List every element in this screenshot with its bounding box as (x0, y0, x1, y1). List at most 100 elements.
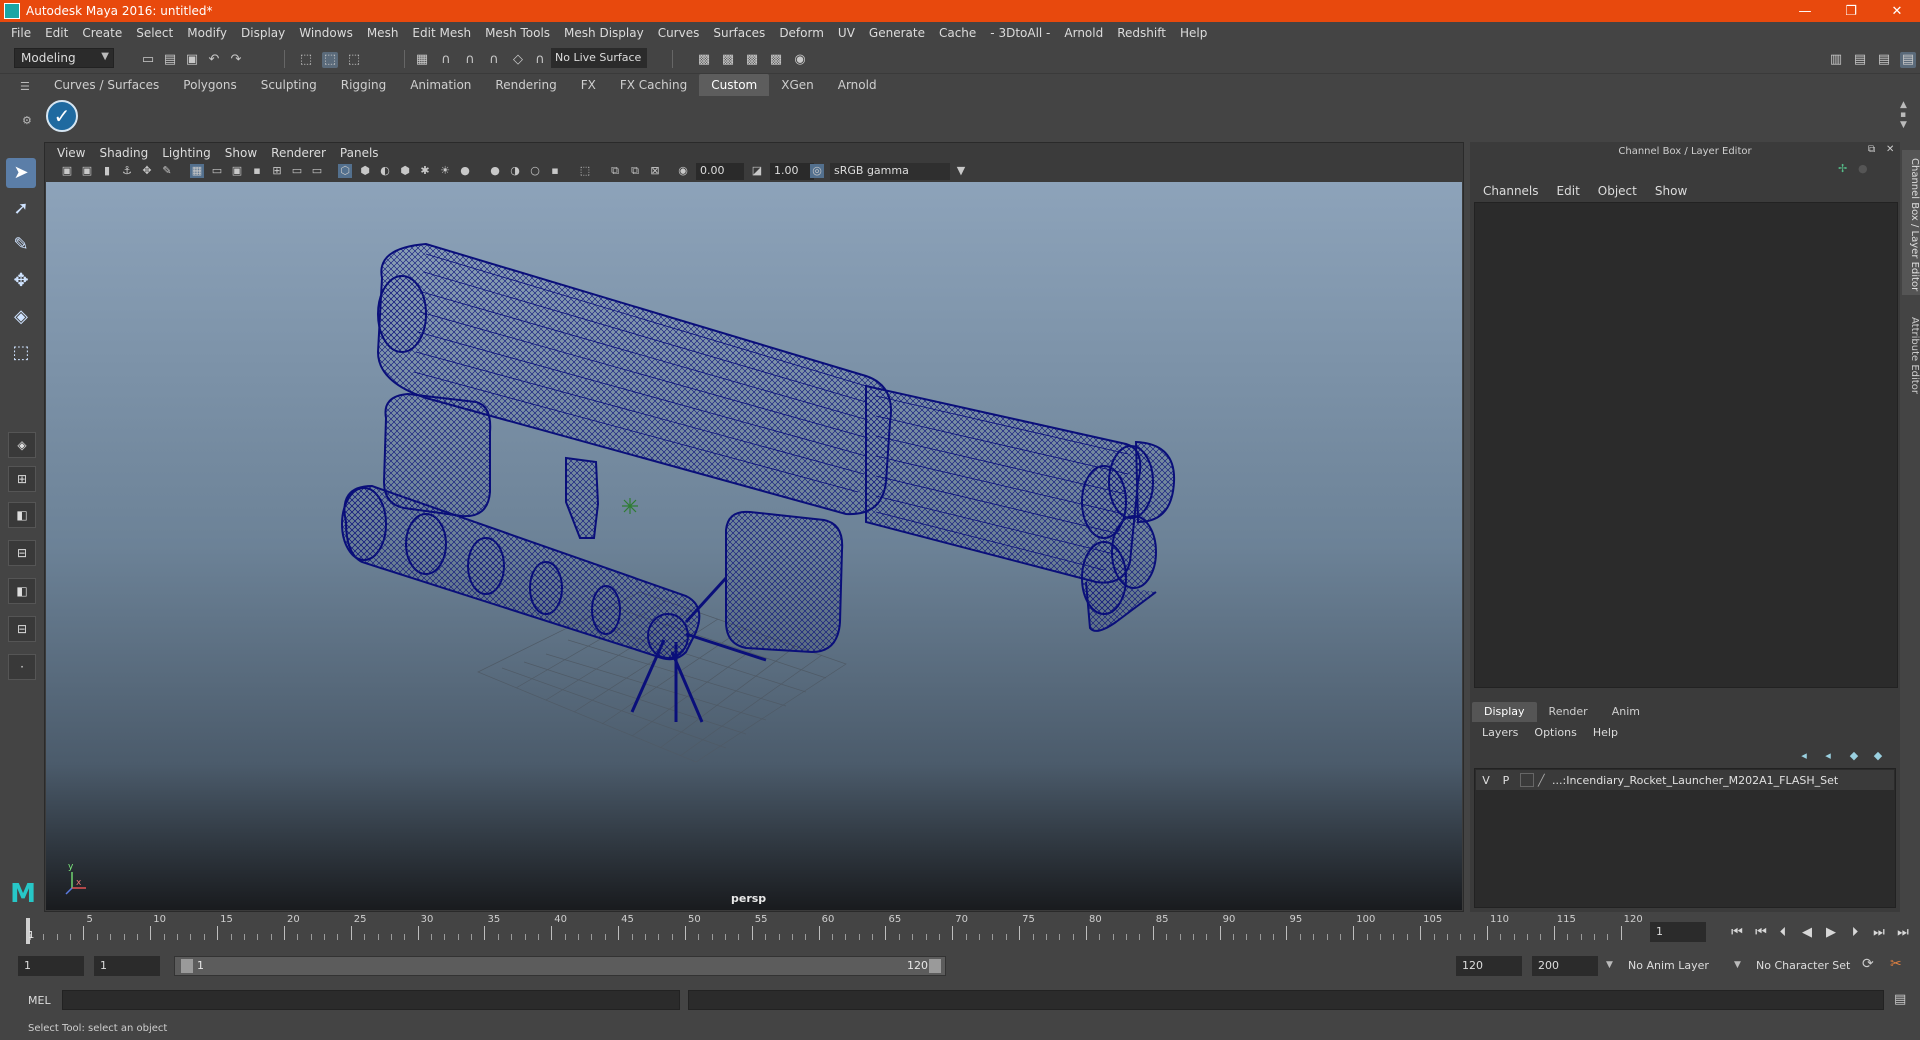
perspective-viewport[interactable] (46, 182, 1462, 910)
anim-layer-dropdown[interactable]: No Anim Layer (1622, 956, 1742, 976)
select-object-icon[interactable]: ⬚ (322, 52, 338, 68)
snap-curve-icon[interactable]: ∩ (438, 52, 454, 68)
persp-graph-layout-icon[interactable]: ⊟ (8, 540, 36, 566)
minimize-button[interactable]: — (1782, 0, 1828, 22)
move-icon[interactable]: ✥ (6, 266, 36, 296)
menu-modify[interactable]: Modify (180, 26, 234, 40)
animation-preferences-icon[interactable]: ✂ (1890, 956, 1902, 972)
range-start-handle[interactable] (181, 959, 193, 973)
snap-grid-icon[interactable]: ▦ (414, 52, 430, 68)
scale-icon[interactable]: ⬚ (6, 338, 36, 368)
rotate-icon[interactable]: ◈ (6, 302, 36, 332)
playback-end-field[interactable]: 120 (1456, 956, 1522, 976)
backface-culling-icon[interactable]: ⊠ (648, 164, 662, 178)
shelf-scroll-icon[interactable]: ▲ ▪ ▼ (1900, 100, 1907, 130)
xray-joints-icon[interactable]: ⧉ (608, 164, 622, 178)
menu-cache[interactable]: Cache (932, 26, 983, 40)
mode-selector[interactable]: Modeling ▼ (14, 48, 114, 68)
shelf-tab-arnold[interactable]: Arnold (826, 74, 889, 96)
layer-visibility-toggle[interactable]: V (1476, 774, 1496, 787)
maximize-button[interactable]: ❐ (1828, 0, 1874, 22)
menu-uv[interactable]: UV (831, 26, 862, 40)
viewport-menu-view[interactable]: View (50, 146, 92, 160)
redshift-render-icon[interactable]: ◉ (792, 52, 808, 68)
time-slider[interactable]: 5 10 15 20 25 30 35 40 45 50 55 60 65 70 75 80 85 90 95 100… (24, 914, 1643, 946)
undo-icon[interactable]: ↶ (206, 52, 222, 68)
wireframe-on-shaded-icon[interactable]: ◐ (378, 164, 392, 178)
playback-start-field[interactable]: 1 (94, 956, 160, 976)
layer-tab-display[interactable]: Display (1472, 702, 1537, 722)
exposure-field[interactable]: 0.00 (696, 163, 744, 180)
layer-tab-render[interactable]: Render (1537, 702, 1600, 722)
lasso-icon[interactable]: ➚ (6, 194, 36, 224)
layer-menu-options[interactable]: Options (1526, 724, 1584, 744)
auto-key-icon[interactable]: ⟳ (1862, 956, 1874, 972)
layer-row[interactable]: V P ╱ ...:Incendiary_Rocket_Launcher_M20… (1476, 770, 1894, 790)
menu-arnold[interactable]: Arnold (1057, 26, 1110, 40)
menu-curves[interactable]: Curves (651, 26, 707, 40)
viewport-menu-renderer[interactable]: Renderer (264, 146, 333, 160)
shelf-tab-polygons[interactable]: Polygons (171, 74, 248, 96)
camera-attributes-icon[interactable]: ▣ (80, 164, 94, 178)
live-surface-icon[interactable]: ∩ (532, 52, 548, 68)
open-scene-icon[interactable]: ▤ (162, 52, 178, 68)
shelf-tab-fx-caching[interactable]: FX Caching (608, 74, 699, 96)
select-component-icon[interactable]: ⬚ (346, 52, 362, 68)
mel-input[interactable] (62, 990, 680, 1010)
arrow-select-icon[interactable]: ➤ (6, 158, 36, 188)
menu-mesh-display[interactable]: Mesh Display (557, 26, 651, 40)
shelf-tab-rendering[interactable]: Rendering (483, 74, 568, 96)
range-slider[interactable]: 1 120 (174, 956, 946, 976)
single-perspective-layout-icon[interactable]: ◈ (8, 432, 36, 458)
menu-edit[interactable]: Edit (38, 26, 75, 40)
resolution-gate-icon[interactable]: ▣ (230, 164, 244, 178)
isolate-select-icon[interactable]: ▪ (548, 164, 562, 178)
menu-redshift[interactable]: Redshift (1110, 26, 1173, 40)
play-backwards-icon[interactable]: ◀ (1798, 924, 1816, 942)
xray-icon[interactable]: ⬚ (578, 164, 592, 178)
two-d-pan-icon[interactable]: ✥ (140, 164, 154, 178)
shelf-tab-fx[interactable]: FX (569, 74, 608, 96)
side-tab-channel-box[interactable]: Channel Box / Layer Editor (1902, 150, 1920, 295)
channel-box-toggle-icon[interactable]: ▤ (1900, 52, 1916, 68)
new-scene-icon[interactable]: ▭ (140, 52, 156, 68)
menu-deform[interactable]: Deform (772, 26, 831, 40)
field-chart-icon[interactable]: ⊞ (270, 164, 284, 178)
move-layer-down-icon[interactable]: ◂ (1820, 748, 1836, 764)
shelf-tab-sculpting[interactable]: Sculpting (249, 74, 329, 96)
layer-menu-layers[interactable]: Layers (1474, 724, 1526, 744)
menu-windows[interactable]: Windows (292, 26, 360, 40)
smooth-shade-icon[interactable]: ⬢ (358, 164, 372, 178)
animation-end-field[interactable]: 200 (1532, 956, 1598, 976)
chevron-down-icon[interactable]: ▼ (1606, 960, 1613, 970)
gamma-field[interactable]: 1.00 (770, 163, 814, 180)
grease-pencil-icon[interactable]: ✎ (160, 164, 174, 178)
layout-options-icon[interactable]: · (8, 654, 36, 680)
channel-box-menu-object[interactable]: Object (1589, 182, 1646, 202)
character-set-dropdown[interactable]: No Character Set (1750, 956, 1870, 976)
shelf-settings-icon[interactable]: ⚙ (22, 114, 32, 127)
gamma-icon[interactable]: ◪ (750, 164, 764, 178)
step-forward-key-icon[interactable]: ⏭ (1870, 924, 1888, 942)
step-back-frame-icon[interactable]: ⏴ (1774, 924, 1792, 942)
menu-edit-mesh[interactable]: Edit Mesh (405, 26, 478, 40)
shelf-tab-xgen[interactable]: XGen (769, 74, 826, 96)
chevron-down-icon[interactable]: ▼ (1734, 960, 1741, 970)
layer-playback-toggle[interactable]: P (1496, 774, 1516, 787)
side-tab-attribute-editor[interactable]: Attribute Editor (1902, 300, 1920, 400)
play-forwards-icon[interactable]: ▶ (1822, 924, 1840, 942)
checkmark-icon[interactable]: ✓ (46, 100, 78, 132)
ambient-occlusion-icon[interactable]: ● (458, 164, 472, 178)
go-to-end-icon[interactable]: ⏭ (1894, 924, 1912, 942)
exposure-icon[interactable]: ◉ (676, 164, 690, 178)
menu-mesh[interactable]: Mesh (360, 26, 406, 40)
shelf-tab-curves-surfaces[interactable]: Curves / Surfaces (42, 74, 171, 96)
attribute-editor-toggle-icon[interactable]: ▤ (1852, 52, 1868, 68)
menu-display[interactable]: Display (234, 26, 292, 40)
go-to-start-icon[interactable]: ⏮ (1728, 924, 1746, 942)
new-layer-icon[interactable]: ◆ (1846, 748, 1862, 764)
menu-3dtoall[interactable]: - 3DtoAll - (983, 26, 1057, 40)
select-camera-icon[interactable]: ▣ (60, 164, 74, 178)
menu-select[interactable]: Select (129, 26, 180, 40)
channel-list[interactable] (1474, 202, 1898, 688)
